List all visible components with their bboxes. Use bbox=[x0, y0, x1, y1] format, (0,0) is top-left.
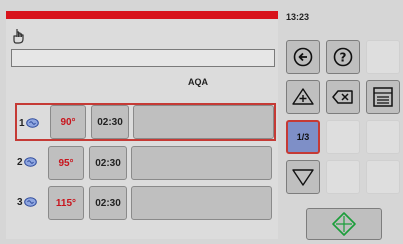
list-panel-icon bbox=[373, 87, 393, 107]
delete-button[interactable] bbox=[326, 80, 360, 114]
step-detail-button[interactable] bbox=[131, 186, 272, 220]
program-label: AQA bbox=[188, 77, 208, 87]
add-step-button[interactable] bbox=[286, 80, 320, 114]
row-number: 3 bbox=[17, 196, 23, 208]
backspace-icon bbox=[332, 90, 353, 104]
empty-slot bbox=[326, 120, 360, 154]
empty-slot bbox=[366, 40, 400, 74]
scroll-down-button[interactable] bbox=[286, 160, 320, 194]
program-name-field[interactable] bbox=[11, 49, 275, 67]
triangle-plus-icon bbox=[292, 88, 314, 105]
temperature-button[interactable]: 95° bbox=[48, 146, 84, 180]
row-index: 1 bbox=[19, 115, 43, 131]
row-number: 2 bbox=[17, 156, 23, 168]
clock: 13:23 bbox=[286, 12, 310, 22]
triangle-down-icon bbox=[292, 169, 314, 186]
row-number: 1 bbox=[19, 117, 25, 129]
time-button[interactable]: 02:30 bbox=[89, 146, 127, 180]
empty-slot bbox=[366, 120, 400, 154]
menu-button[interactable] bbox=[366, 80, 400, 114]
empty-slot bbox=[366, 160, 400, 194]
help-button[interactable]: ? bbox=[326, 40, 360, 74]
diamond-start-icon bbox=[332, 212, 356, 236]
time-button[interactable]: 02:30 bbox=[91, 105, 129, 139]
step-detail-button[interactable] bbox=[133, 105, 274, 139]
back-button[interactable] bbox=[286, 40, 320, 74]
row-index: 3 bbox=[17, 194, 41, 210]
row-index: 2 bbox=[17, 154, 41, 170]
start-button[interactable] bbox=[306, 208, 382, 240]
cycle-icon bbox=[25, 118, 39, 128]
cycle-icon bbox=[23, 197, 37, 207]
question-circle-icon: ? bbox=[333, 47, 353, 67]
page-indicator[interactable]: 1/3 bbox=[286, 120, 320, 154]
step-detail-button[interactable] bbox=[131, 146, 272, 180]
program-row-1[interactable]: 1 90° 02:30 bbox=[15, 103, 276, 141]
svg-text:?: ? bbox=[340, 51, 347, 65]
status-bar bbox=[6, 11, 278, 19]
temperature-button[interactable]: 90° bbox=[50, 105, 86, 139]
cycle-icon bbox=[23, 157, 37, 167]
hand-pointer-icon[interactable] bbox=[11, 27, 29, 45]
screen: AQA 1 90° 02:30 2 95° 02:30 3 115° 02:30… bbox=[0, 0, 403, 244]
program-row-2[interactable]: 2 95° 02:30 bbox=[15, 144, 276, 182]
arrow-left-circle-icon bbox=[293, 47, 313, 67]
program-panel: AQA 1 90° 02:30 2 95° 02:30 3 115° 02:30 bbox=[6, 11, 278, 239]
temperature-button[interactable]: 115° bbox=[48, 186, 84, 220]
program-row-3[interactable]: 3 115° 02:30 bbox=[15, 184, 276, 222]
time-button[interactable]: 02:30 bbox=[89, 186, 127, 220]
empty-slot bbox=[326, 160, 360, 194]
